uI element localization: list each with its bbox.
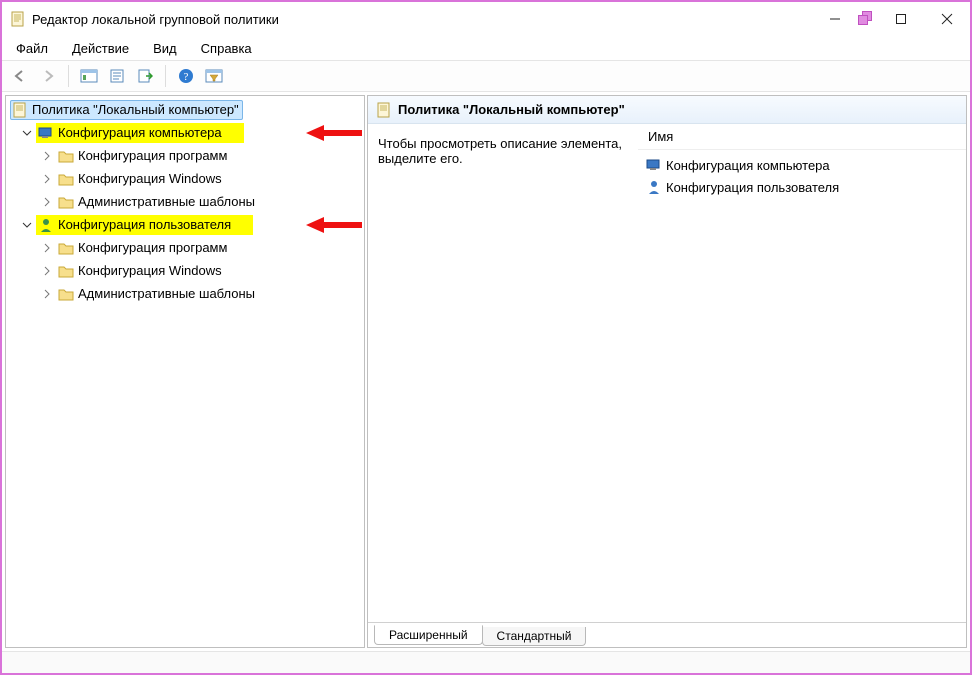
tree-item-windows[interactable]: Конфигурация Windows <box>6 259 364 282</box>
back-button[interactable] <box>8 64 32 88</box>
tab-standard[interactable]: Стандартный <box>482 627 587 646</box>
content-header-title: Политика "Локальный компьютер" <box>398 102 625 117</box>
tab-label: Расширенный <box>389 628 468 642</box>
tree-item-label: Конфигурация пользователя <box>58 217 231 232</box>
chevron-right-icon[interactable] <box>40 264 54 278</box>
list-item-label: Конфигурация пользователя <box>666 180 839 195</box>
description-text: Чтобы просмотреть описание элемента, выд… <box>378 136 622 166</box>
toolbar: ? <box>2 60 970 92</box>
tree-item-admin[interactable]: Административные шаблоны <box>6 282 364 305</box>
content-pane: Политика "Локальный компьютер" Чтобы про… <box>367 95 967 648</box>
properties-button[interactable] <box>105 64 129 88</box>
red-arrow-icon <box>302 123 364 143</box>
title-bar: Редактор локальной групповой политики <box>2 2 970 36</box>
column-name-label: Имя <box>648 129 673 144</box>
chevron-right-icon[interactable] <box>40 172 54 186</box>
user-icon <box>38 217 54 233</box>
menu-view[interactable]: Вид <box>143 39 187 58</box>
tree-pane: Политика "Локальный компьютер" Конфигура… <box>5 95 365 648</box>
tree-root[interactable]: Политика "Локальный компьютер" <box>6 98 364 121</box>
show-tree-button[interactable] <box>77 64 101 88</box>
user-icon <box>646 179 662 195</box>
tree-item-programs[interactable]: Конфигурация программ <box>6 144 364 167</box>
menu-file[interactable]: Файл <box>6 39 58 58</box>
computer-icon <box>646 157 662 173</box>
document-icon <box>376 102 392 118</box>
tree-item-label: Административные шаблоны <box>78 194 255 209</box>
tree-user-config[interactable]: Конфигурация пользователя <box>6 213 364 236</box>
view-tabs: Расширенный Стандартный <box>368 621 966 647</box>
chevron-right-icon[interactable] <box>40 287 54 301</box>
computer-icon <box>38 125 54 141</box>
chevron-right-icon[interactable] <box>40 149 54 163</box>
status-bar <box>2 651 970 673</box>
tree-root-label: Политика "Локальный компьютер" <box>32 102 239 117</box>
folder-icon <box>58 263 74 279</box>
menu-bar: Файл Действие Вид Справка <box>2 36 970 60</box>
menu-help[interactable]: Справка <box>191 39 262 58</box>
help-button[interactable]: ? <box>174 64 198 88</box>
tree-item-label: Конфигурация программ <box>78 240 227 255</box>
tree-item-label: Конфигурация программ <box>78 148 227 163</box>
close-button[interactable] <box>924 4 970 34</box>
app-icon <box>10 11 26 27</box>
tab-extended[interactable]: Расширенный <box>374 625 483 645</box>
window-controls <box>812 2 970 36</box>
tab-label: Стандартный <box>497 629 572 643</box>
tree-computer-config[interactable]: Конфигурация компьютера <box>6 121 364 144</box>
chevron-down-icon[interactable] <box>20 126 34 140</box>
folder-icon <box>58 171 74 187</box>
policy-tree: Политика "Локальный компьютер" Конфигура… <box>6 96 364 307</box>
tree-item-label: Конфигурация компьютера <box>58 125 222 140</box>
export-button[interactable] <box>133 64 157 88</box>
tree-item-programs[interactable]: Конфигурация программ <box>6 236 364 259</box>
folder-icon <box>58 286 74 302</box>
minimize-button[interactable] <box>812 4 858 34</box>
chevron-right-icon[interactable] <box>40 195 54 209</box>
overlap-windows-icon <box>858 11 874 27</box>
content-inner: Чтобы просмотреть описание элемента, выд… <box>368 124 966 621</box>
list-item-user-config[interactable]: Конфигурация пользователя <box>646 176 958 198</box>
list-item-label: Конфигурация компьютера <box>666 158 830 173</box>
content-header: Политика "Локальный компьютер" <box>368 96 966 124</box>
tree-item-admin[interactable]: Административные шаблоны <box>6 190 364 213</box>
chevron-right-icon[interactable] <box>40 241 54 255</box>
svg-text:?: ? <box>184 71 189 83</box>
folder-icon <box>58 240 74 256</box>
filter-button[interactable] <box>202 64 226 88</box>
body-area: Политика "Локальный компьютер" Конфигура… <box>2 92 970 651</box>
list-pane: Имя Конфигурация компьютера <box>638 124 966 621</box>
chevron-down-icon[interactable] <box>20 218 34 232</box>
list-item-computer-config[interactable]: Конфигурация компьютера <box>646 154 958 176</box>
folder-icon <box>58 148 74 164</box>
window-title: Редактор локальной групповой политики <box>32 12 279 27</box>
description-pane: Чтобы просмотреть описание элемента, выд… <box>368 124 638 621</box>
tree-item-label: Административные шаблоны <box>78 286 255 301</box>
tree-item-windows[interactable]: Конфигурация Windows <box>6 167 364 190</box>
tree-item-label: Конфигурация Windows <box>78 171 222 186</box>
menu-action[interactable]: Действие <box>62 39 139 58</box>
maximize-button[interactable] <box>878 4 924 34</box>
forward-button[interactable] <box>36 64 60 88</box>
list-column-header[interactable]: Имя <box>638 124 966 150</box>
tree-item-label: Конфигурация Windows <box>78 263 222 278</box>
app-window: Редактор локальной групповой политики Фа… <box>0 0 972 675</box>
red-arrow-icon <box>302 215 364 235</box>
document-icon <box>12 102 28 118</box>
folder-icon <box>58 194 74 210</box>
